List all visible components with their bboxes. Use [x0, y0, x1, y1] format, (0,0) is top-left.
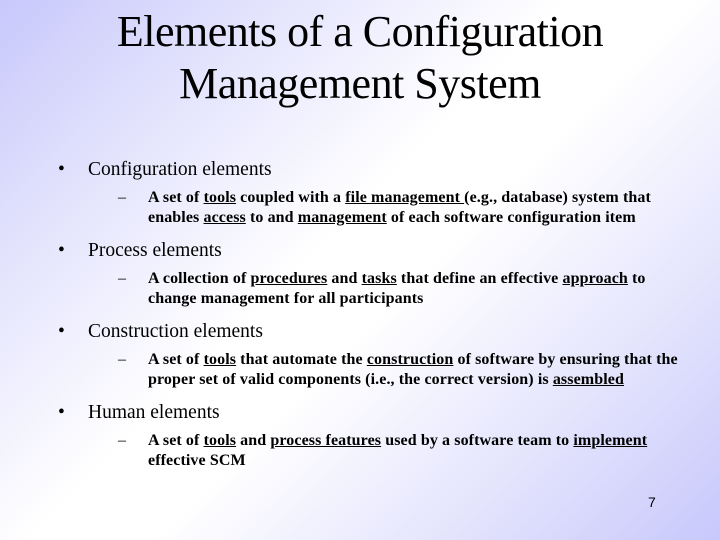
- underlined-term: approach: [562, 270, 628, 287]
- bullet-dot-icon: •: [58, 402, 65, 423]
- dash-icon: –: [118, 351, 127, 368]
- detail-text: used by a software team to: [381, 432, 574, 449]
- bullet-heading: Configuration elements: [88, 159, 272, 180]
- dash-icon: –: [118, 189, 127, 206]
- page-number: 7: [648, 494, 656, 510]
- detail-text: and: [327, 270, 362, 287]
- bullet-heading: Construction elements: [88, 321, 263, 342]
- underlined-term: process features: [270, 432, 382, 449]
- detail-text: to and: [245, 208, 298, 226]
- detail-text: that define an effective: [396, 270, 563, 287]
- detail-text: that automate the: [236, 351, 367, 368]
- underlined-term: implement: [573, 432, 648, 449]
- sub-bullet-item: – A collection of procedures and tasks th…: [118, 269, 678, 308]
- bullet-dot-icon: •: [58, 240, 65, 261]
- sub-bullet-item: – A set of tools that automate the constr…: [118, 350, 678, 389]
- detail-text: A set of: [148, 189, 204, 206]
- underlined-term: file management: [345, 189, 465, 206]
- bullet-dot-icon: •: [58, 159, 65, 180]
- dash-icon: –: [118, 270, 127, 287]
- detail-text: coupled with a: [236, 189, 346, 206]
- detail-text: and: [236, 432, 271, 449]
- detail-text: effective SCM: [148, 451, 246, 469]
- underlined-term: procedures: [250, 270, 328, 287]
- title-line-1: Elements of a Configuration: [116, 7, 604, 56]
- underlined-term: tools: [203, 432, 237, 449]
- sub-bullet-item: – A set of tools coupled with a file mana…: [118, 188, 678, 227]
- underlined-term: tools: [203, 351, 237, 368]
- slide-title: Elements of a Configuration Management S…: [0, 6, 720, 110]
- underlined-term: assembled: [552, 370, 624, 388]
- underlined-term: tasks: [361, 270, 397, 287]
- bullet-item: • Configuration elements: [58, 158, 678, 182]
- detail-text: A set of: [148, 351, 204, 368]
- detail-text: of each software configuration item: [386, 208, 636, 226]
- bullet-item: • Construction elements: [58, 320, 678, 344]
- title-line-2: Management System: [179, 59, 541, 108]
- bullet-heading: Process elements: [88, 240, 222, 261]
- dash-icon: –: [118, 432, 127, 449]
- underlined-term: management: [297, 208, 387, 226]
- underlined-term: tools: [203, 189, 237, 206]
- bullet-heading: Human elements: [88, 402, 220, 423]
- bullet-item: • Process elements: [58, 239, 678, 263]
- detail-text: A collection of: [148, 270, 251, 287]
- bullet-item: • Human elements: [58, 401, 678, 425]
- detail-text: A set of: [148, 432, 204, 449]
- bullet-dot-icon: •: [58, 321, 65, 342]
- sub-bullet-item: – A set of tools and process features use…: [118, 431, 678, 470]
- underlined-term: access: [203, 208, 246, 226]
- slide: Elements of a Configuration Management S…: [0, 0, 720, 540]
- bullet-list: • Configuration elements – A set of tools c…: [58, 158, 678, 482]
- underlined-term: construction: [366, 351, 454, 368]
